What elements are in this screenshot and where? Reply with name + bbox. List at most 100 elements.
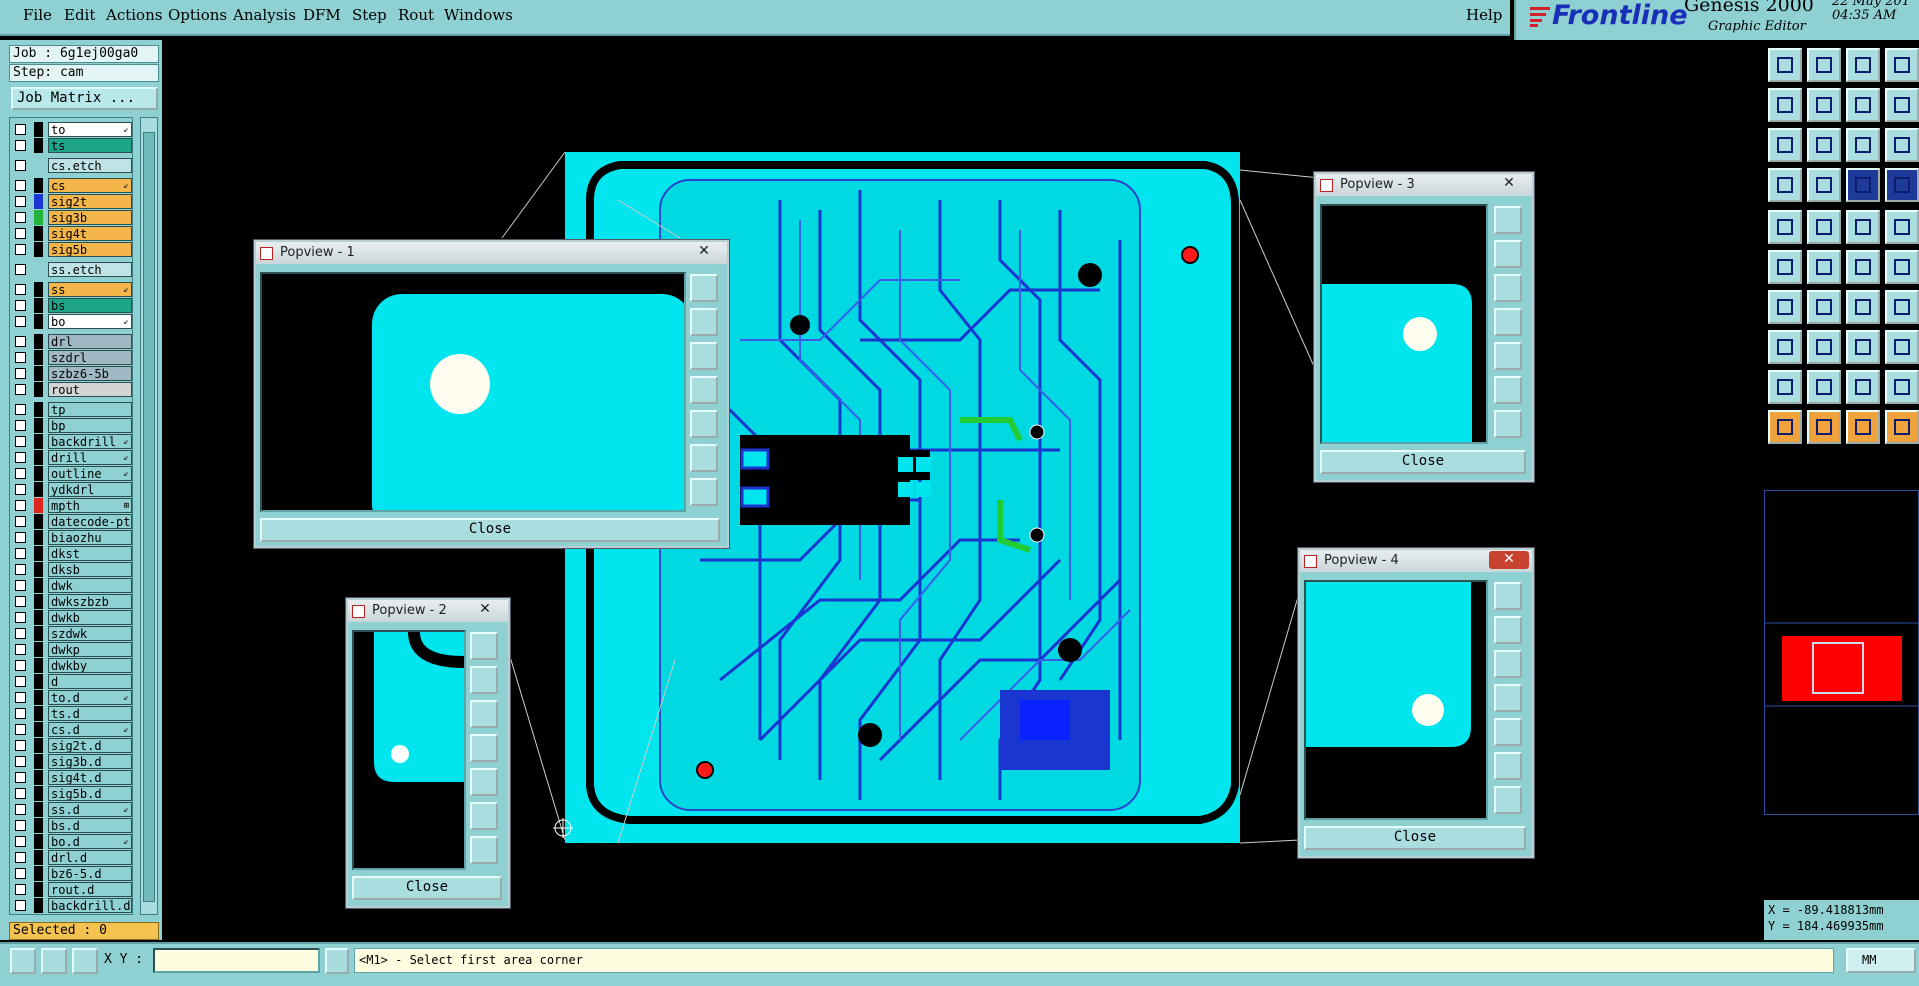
layer-checkbox[interactable]	[15, 788, 26, 799]
line-icon[interactable]	[1846, 250, 1880, 284]
layer-row-dksb[interactable]: dksb	[12, 562, 132, 577]
popview-viewport[interactable]	[1320, 204, 1488, 444]
layer-name[interactable]: dkst	[48, 546, 132, 561]
layer-color-swatch[interactable]	[34, 706, 43, 721]
layer-name[interactable]: dwkszbzb	[48, 594, 132, 609]
exclamation-icon[interactable]	[325, 948, 349, 974]
layer-row-sig4t.d[interactable]: sig4t.d	[12, 770, 132, 785]
layer-list-scrollbar[interactable]	[140, 117, 158, 915]
layer-row-dwkby[interactable]: dwkby	[12, 658, 132, 673]
pan-left-icon[interactable]	[690, 376, 718, 404]
layer-checkbox[interactable]	[15, 692, 26, 703]
layer-color-swatch[interactable]	[34, 282, 43, 297]
layer-checkbox[interactable]	[15, 284, 26, 295]
window-icon[interactable]	[1885, 48, 1919, 82]
connect-icon[interactable]	[1768, 250, 1802, 284]
menu-dfm[interactable]: DFM	[303, 6, 341, 24]
layer-name[interactable]: bo.d ⇙	[48, 834, 132, 849]
layer-name[interactable]: sig4t.d	[48, 770, 132, 785]
redo-icon[interactable]	[1807, 88, 1841, 122]
xy-input[interactable]	[153, 948, 320, 973]
layer-checkbox[interactable]	[15, 836, 26, 847]
route-icon[interactable]	[1885, 410, 1919, 444]
layer-checkbox[interactable]	[15, 212, 26, 223]
layer-row-ydkdrl[interactable]: ydkdrl	[12, 482, 132, 497]
layer-name[interactable]: sig5b	[48, 242, 132, 257]
layer-name[interactable]: ts.d	[48, 706, 132, 721]
pan-down-icon[interactable]	[1494, 274, 1522, 302]
layer-checkbox[interactable]	[15, 884, 26, 895]
pan-right-icon[interactable]	[1494, 342, 1522, 370]
layer-row-to[interactable]: to ⇙	[12, 122, 132, 137]
layer-name[interactable]: sig4t	[48, 226, 132, 241]
undo-icon[interactable]	[1768, 88, 1802, 122]
layer-row-to.d[interactable]: to.d ⇙	[12, 690, 132, 705]
layer-row-sig5b[interactable]: sig5b	[12, 242, 132, 257]
layer-color-swatch[interactable]	[34, 402, 43, 417]
layer-name[interactable]: dwkby	[48, 658, 132, 673]
popview-title-bar[interactable]: Popview - 4 ✕	[1300, 550, 1532, 572]
layer-name[interactable]: drill ⇙	[48, 450, 132, 465]
zoom-home-icon[interactable]	[1494, 206, 1522, 234]
help-icon[interactable]	[1885, 128, 1919, 162]
layer-color-swatch[interactable]	[34, 770, 43, 785]
layer-checkbox[interactable]	[15, 900, 26, 911]
layer-row-ss.d[interactable]: ss.d ⇙	[12, 802, 132, 817]
layer-checkbox[interactable]	[15, 228, 26, 239]
layer-checkbox[interactable]	[15, 124, 26, 135]
triangle-fill-icon[interactable]	[1846, 370, 1880, 404]
pan-right-icon[interactable]	[690, 410, 718, 438]
measure-icon[interactable]	[41, 948, 67, 974]
layer-row-ss[interactable]: ss ⇙	[12, 282, 132, 297]
layer-name[interactable]: biaozhu	[48, 530, 132, 545]
zoom-out-icon[interactable]	[1494, 410, 1522, 438]
layer-color-swatch[interactable]	[34, 674, 43, 689]
units-select[interactable]: MM	[1846, 948, 1916, 973]
layer-color-swatch[interactable]	[34, 578, 43, 593]
layer-name[interactable]: backdrill.d	[48, 898, 132, 913]
slash-icon[interactable]	[1807, 290, 1841, 324]
layer-checkbox[interactable]	[15, 676, 26, 687]
layer-checkbox[interactable]	[15, 500, 26, 511]
close-icon[interactable]: ✕	[1489, 551, 1529, 569]
layer-checkbox[interactable]	[15, 140, 26, 151]
layer-color-swatch[interactable]	[34, 562, 43, 577]
layer-row-szdrl[interactable]: szdrl	[12, 350, 132, 365]
zoom-in-icon[interactable]	[1494, 752, 1522, 780]
layer-checkbox[interactable]	[15, 564, 26, 575]
layer-checkbox[interactable]	[15, 352, 26, 363]
pan-left-icon[interactable]	[470, 734, 498, 762]
layer-color-swatch[interactable]	[34, 626, 43, 641]
layer-checkbox[interactable]	[15, 404, 26, 415]
layer-row-cs[interactable]: cs ⇙	[12, 178, 132, 193]
layer-checkbox[interactable]	[15, 868, 26, 879]
layer-name[interactable]: dwk	[48, 578, 132, 593]
layer-checkbox[interactable]	[15, 160, 26, 171]
layer-row-backdrill.d[interactable]: backdrill.d	[12, 898, 132, 913]
zoom-home-icon[interactable]	[1494, 582, 1522, 610]
net-icon[interactable]	[1846, 168, 1880, 202]
layer-row-tp[interactable]: tp	[12, 402, 132, 417]
layer-color-swatch[interactable]	[34, 382, 43, 397]
layer-color-swatch[interactable]	[34, 546, 43, 561]
menu-help[interactable]: Help	[1466, 6, 1502, 24]
layer-color-swatch[interactable]	[34, 802, 43, 817]
layer-name[interactable]: dwkb	[48, 610, 132, 625]
zoom-out-icon[interactable]	[470, 836, 498, 864]
flip-icon[interactable]	[1885, 290, 1919, 324]
layer-color-swatch[interactable]	[34, 498, 43, 513]
layer-row-mpth[interactable]: mpth ⊞	[12, 498, 132, 513]
layer-color-swatch[interactable]	[34, 722, 43, 737]
close-button[interactable]: Close	[352, 876, 502, 900]
layer-name[interactable]: to ⇙	[48, 122, 132, 137]
pan-up-icon[interactable]	[690, 308, 718, 336]
zoom-in-icon[interactable]	[1494, 376, 1522, 404]
save-icon[interactable]	[1807, 48, 1841, 82]
close-icon[interactable]: ✕	[1489, 175, 1529, 193]
layer-checkbox[interactable]	[15, 820, 26, 831]
layer-row-dwkszbzb[interactable]: dwkszbzb	[12, 594, 132, 609]
measure-ruler-icon[interactable]	[1846, 210, 1880, 244]
layer-checkbox[interactable]	[15, 548, 26, 559]
layer-row-dwkp[interactable]: dwkp	[12, 642, 132, 657]
menu-file[interactable]: File	[23, 6, 52, 24]
